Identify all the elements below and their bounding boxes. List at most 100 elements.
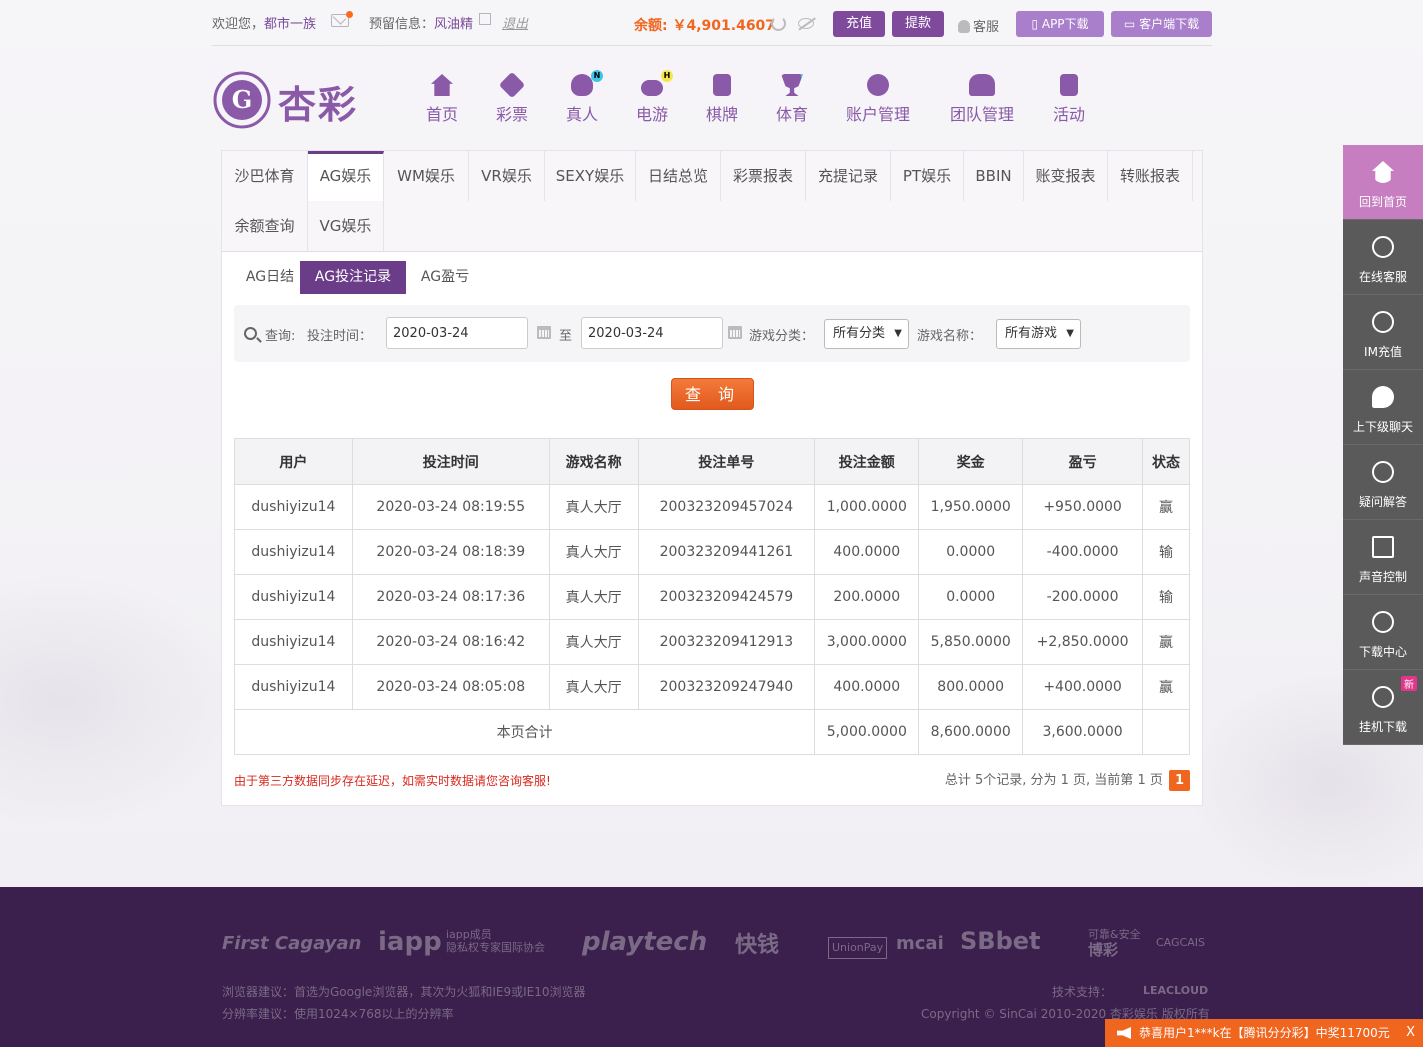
- app-download-button[interactable]: ▯ APP下载: [1016, 11, 1104, 37]
- sidebar-download-center[interactable]: 下载中心: [1343, 595, 1423, 670]
- sidebar-chat[interactable]: 上下级聊天: [1343, 370, 1423, 445]
- subtab-ag-profit[interactable]: AG盈亏: [412, 261, 478, 294]
- tab-deposit-withdraw[interactable]: 充提记录: [806, 151, 891, 201]
- question-icon: [1372, 461, 1394, 483]
- nav-account[interactable]: 账户管理: [843, 74, 913, 130]
- calendar-icon[interactable]: [537, 326, 551, 339]
- cell-game-name: 真人大厅: [548, 484, 639, 530]
- nav-live[interactable]: N 真人: [561, 70, 603, 130]
- sidebar-label: 挂机下载: [1358, 720, 1407, 734]
- chevron-down-icon: ▼: [1066, 328, 1074, 339]
- tab-saba-sports[interactable]: 沙巴体育: [222, 151, 308, 201]
- cell-bet-amount: 200.0000: [814, 574, 920, 620]
- nav-slots[interactable]: H 电游: [631, 70, 673, 130]
- client-download-label: 客户端下载: [1139, 17, 1200, 31]
- col-bet-time: 投注时间: [351, 438, 550, 485]
- calendar-icon[interactable]: [728, 326, 742, 339]
- cell-status: 赢: [1142, 619, 1190, 665]
- partner-logos: First Cagayan iapp iapp成员 隐私权专家国际协会 play…: [222, 927, 1205, 963]
- nav-activity[interactable]: 活动: [1051, 74, 1087, 130]
- close-icon[interactable]: X: [1406, 1019, 1415, 1047]
- hide-balance-icon[interactable]: [798, 18, 814, 29]
- query-button[interactable]: 查 询: [671, 378, 754, 410]
- cell-prize: 0.0000: [918, 529, 1024, 575]
- tab-balance-query[interactable]: 余额查询: [222, 201, 308, 251]
- team-icon: [969, 74, 995, 96]
- sidebar-label: IM充值: [1364, 345, 1402, 359]
- nav-label: 电游: [635, 105, 668, 124]
- tab-sexy[interactable]: SEXY娱乐: [545, 151, 636, 201]
- tab-pt[interactable]: PT娱乐: [891, 151, 964, 201]
- sidebar-back-home[interactable]: 回到首页: [1343, 145, 1423, 220]
- balance: 余额: ￥4,901.4607: [634, 18, 776, 34]
- edit-icon[interactable]: [479, 13, 491, 25]
- subtab-ag-bets[interactable]: AG投注记录: [300, 261, 406, 294]
- partner-playtech: playtech: [582, 927, 708, 957]
- service-link[interactable]: 客服: [958, 16, 999, 35]
- sidebar-online-service[interactable]: 在线客服: [1343, 220, 1423, 295]
- nav-home[interactable]: 首页: [421, 74, 463, 130]
- refresh-icon[interactable]: [771, 16, 786, 31]
- to-label: 至: [559, 329, 573, 344]
- nav-cards[interactable]: 棋牌: [701, 74, 743, 130]
- cell-status: 赢: [1142, 484, 1190, 530]
- pagination-summary: 总计 5个记录, 分为 1 页, 当前第 1 页: [944, 773, 1163, 788]
- sidebar-faq[interactable]: 疑问解答: [1343, 445, 1423, 520]
- nav-label: 真人: [565, 105, 598, 124]
- partner-iapp: iapp: [378, 927, 442, 957]
- nav-sports[interactable]: N 体育: [771, 74, 813, 130]
- gamepad-icon: H: [641, 70, 673, 96]
- category-label: 游戏分类：: [749, 329, 815, 344]
- chat-icon: [1372, 386, 1394, 408]
- tech-support-label: 技术支持：: [1052, 985, 1113, 999]
- tab-vr[interactable]: VR娱乐: [469, 151, 545, 201]
- recharge-button[interactable]: 充值: [833, 11, 885, 37]
- sidebar-afk-download[interactable]: 新 挂机下载: [1343, 670, 1423, 745]
- cell-user: dushiyizu14: [234, 574, 353, 620]
- logo-text[interactable]: 杏彩: [278, 74, 358, 129]
- cell-prize: 5,850.0000: [918, 619, 1024, 665]
- app-download-label: APP下载: [1041, 17, 1089, 31]
- nav-team[interactable]: 团队管理: [947, 74, 1017, 130]
- tab-transfer-report[interactable]: 转账报表: [1108, 151, 1193, 201]
- tab-lottery-report[interactable]: 彩票报表: [721, 151, 806, 201]
- end-date-input[interactable]: [581, 317, 723, 349]
- cell-user: dushiyizu14: [234, 529, 353, 575]
- username[interactable]: 都市一族: [264, 13, 316, 32]
- logout-link[interactable]: 退出: [502, 13, 528, 32]
- svg-text:G: G: [232, 85, 253, 114]
- sidebar-label: 疑问解答: [1358, 495, 1407, 509]
- cell-bet-time: 2020-03-24 08:05:08: [351, 664, 550, 710]
- nav-label: 体育: [775, 105, 808, 124]
- col-prize: 奖金: [918, 438, 1024, 485]
- cell-prize: 0.0000: [918, 574, 1024, 620]
- client-download-button[interactable]: ▭ 客户端下载: [1111, 11, 1212, 37]
- winner-text: 恭喜用户1***k在【腾讯分分彩】中奖11700元: [1139, 1026, 1390, 1040]
- nav-lottery[interactable]: 彩票: [491, 71, 533, 130]
- bet-time-label: 投注时间：: [307, 329, 373, 344]
- logo-icon[interactable]: G: [212, 70, 272, 130]
- sidebar-im-recharge[interactable]: IM充值: [1343, 295, 1423, 370]
- query-form: 查询: 投注时间： 至 游戏分类： 所有分类 ▼ 游戏名称： 所有游戏 ▼: [234, 305, 1190, 362]
- nav-label: 账户管理: [845, 105, 910, 124]
- tab-daily-overview[interactable]: 日结总览: [636, 151, 721, 201]
- tab-wm[interactable]: WM娱乐: [384, 151, 469, 201]
- winner-announcement: 恭喜用户1***k在【腾讯分分彩】中奖11700元 X: [1105, 1019, 1423, 1047]
- tab-vg[interactable]: VG娱乐: [308, 201, 384, 251]
- cell-bet-id: 200323209412913: [637, 619, 816, 665]
- game-name-select[interactable]: 所有游戏 ▼: [996, 319, 1081, 349]
- withdraw-button[interactable]: 提款: [892, 11, 944, 37]
- tab-ag[interactable]: AG娱乐: [308, 151, 384, 201]
- category-select[interactable]: 所有分类 ▼: [824, 319, 909, 349]
- page-1-button[interactable]: 1: [1169, 770, 1190, 791]
- nav-label: 棋牌: [705, 105, 738, 124]
- col-status: 状态: [1142, 438, 1190, 485]
- start-date-input[interactable]: [386, 317, 528, 349]
- tab-account-change[interactable]: 账变报表: [1024, 151, 1108, 201]
- headset-icon: [1372, 236, 1394, 258]
- dealer-icon: N: [571, 70, 603, 96]
- sidebar-sound[interactable]: 声音控制: [1343, 520, 1423, 595]
- tab-bbin[interactable]: BBIN: [964, 151, 1024, 201]
- subtab-ag-daily[interactable]: AG日结: [232, 261, 308, 294]
- cell-profit: -200.0000: [1022, 574, 1144, 620]
